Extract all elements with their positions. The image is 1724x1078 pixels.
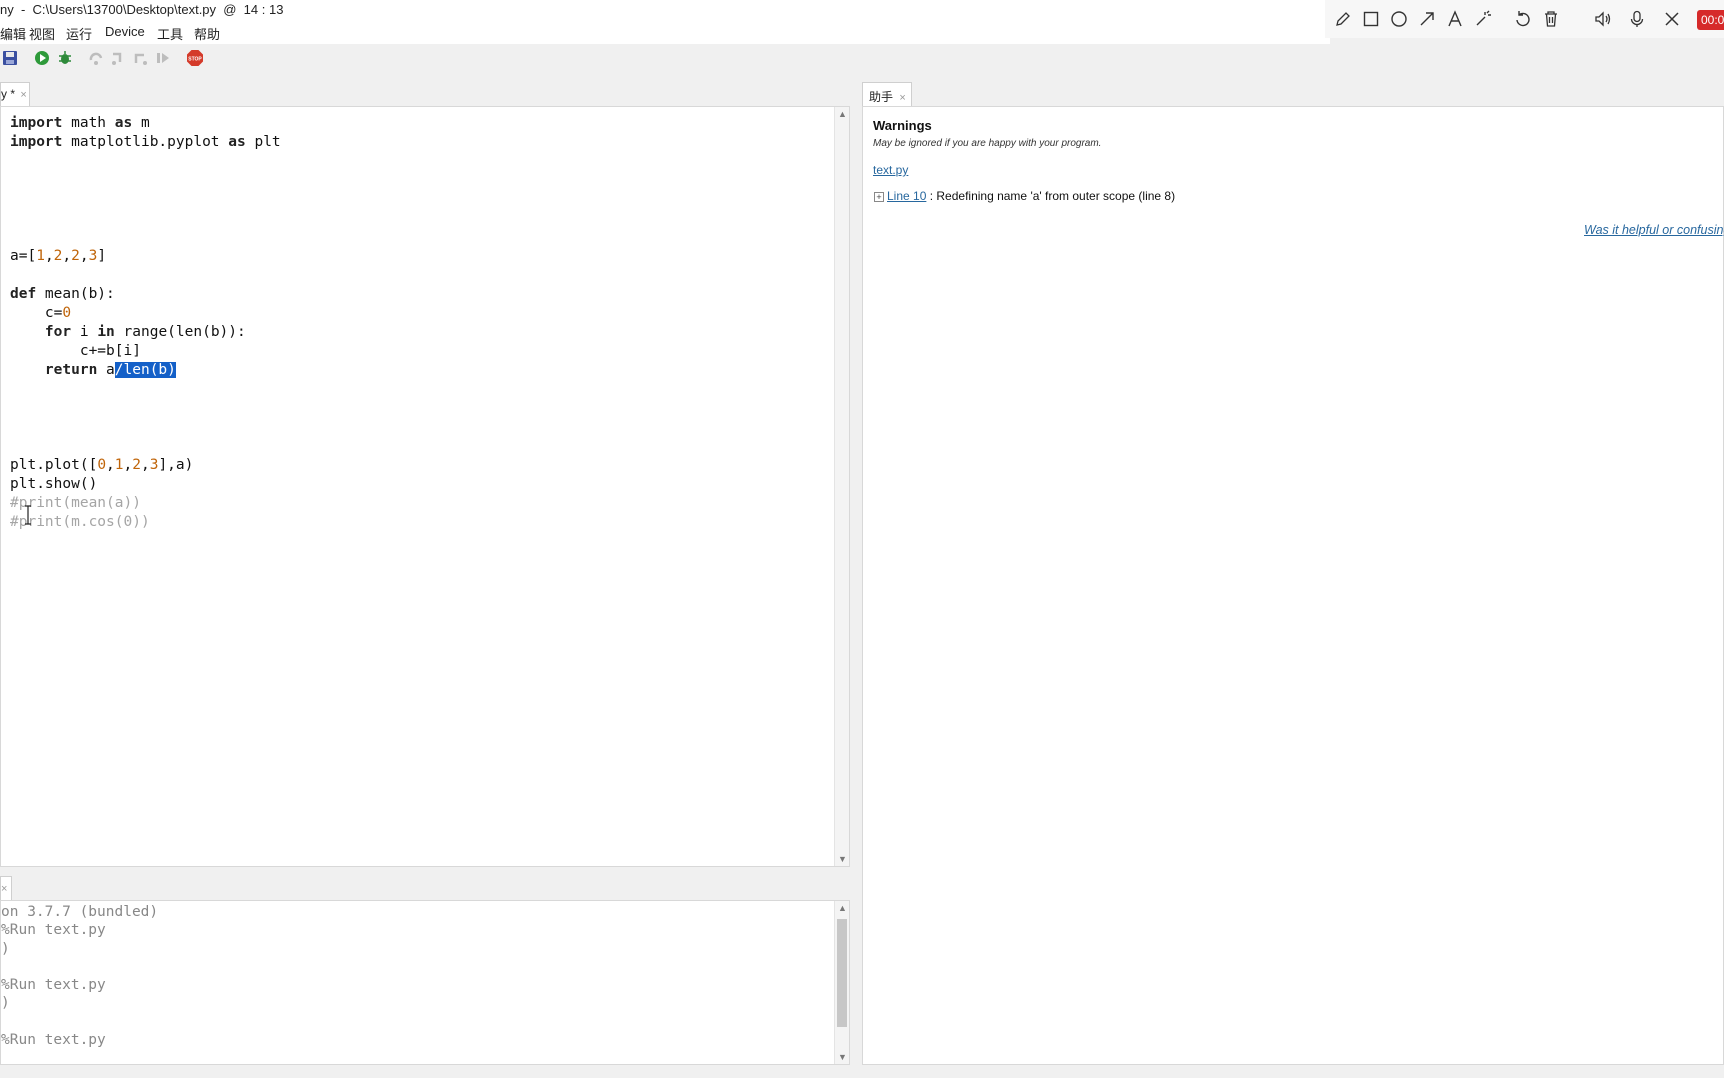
shell-output: on 3.7.7 (bundled) %Run text.py) %Run tex…: [1, 903, 158, 1049]
expand-icon[interactable]: +: [874, 191, 884, 202]
code-line[interactable]: plt.plot([0,1,2,3],a): [10, 456, 281, 475]
code-line[interactable]: #print(mean(a)): [10, 494, 281, 513]
shell-scroll-down-icon[interactable]: ▼: [838, 1052, 847, 1062]
arrow-icon[interactable]: [1418, 10, 1436, 28]
step-over-icon[interactable]: [88, 50, 104, 66]
code-line[interactable]: [10, 418, 281, 437]
code-line[interactable]: [10, 171, 281, 190]
shell-scroll-up-icon[interactable]: ▲: [838, 903, 847, 913]
step-out-icon[interactable]: [132, 50, 148, 66]
menu-view[interactable]: 视图: [29, 24, 55, 43]
assistant-panel: Warnings May be ignored if you are happy…: [862, 106, 1724, 1065]
menu-tools[interactable]: 工具: [157, 24, 183, 43]
warning-text: : Redefining name 'a' from outer scope (…: [926, 189, 1176, 203]
resume-icon[interactable]: [155, 50, 171, 66]
trash-icon[interactable]: [1542, 10, 1560, 28]
code-line[interactable]: return a/len(b): [10, 361, 281, 380]
editor-tab-label: y *: [1, 87, 16, 101]
editor-scrollbar[interactable]: ▲ ▼: [834, 107, 849, 866]
tab-shell[interactable]: ×: [0, 876, 12, 900]
text-cursor-icon: [25, 505, 31, 525]
scroll-up-icon[interactable]: ▲: [838, 109, 847, 119]
editor-tab-close-icon[interactable]: ×: [20, 89, 26, 101]
stop-icon[interactable]: STOP: [186, 49, 204, 67]
shell-line: ): [1, 995, 10, 1012]
microphone-icon[interactable]: [1628, 10, 1646, 28]
menu-run[interactable]: 运行: [66, 24, 92, 43]
close-icon[interactable]: [1663, 10, 1681, 28]
shell-line: on 3.7.7 (bundled): [1, 904, 159, 920]
code-line[interactable]: [10, 266, 281, 285]
tab-assistant[interactable]: 助手 ×: [862, 82, 912, 106]
toolbar: [0, 44, 1724, 78]
code-line[interactable]: [10, 380, 281, 399]
shell-panel[interactable]: on 3.7.7 (bundled) %Run text.py) %Run tex…: [0, 900, 850, 1065]
circle-icon[interactable]: [1390, 10, 1408, 28]
feedback-link[interactable]: Was it helpful or confusing?: [1584, 223, 1724, 237]
window-title: ny - C:\Users\13700\Desktop\text.py @ 14…: [0, 2, 284, 17]
undo-icon[interactable]: [1514, 10, 1532, 28]
code-line[interactable]: [10, 399, 281, 418]
shell-line: %Run text.py: [1, 1032, 106, 1049]
code-line[interactable]: #print(m.cos(0)): [10, 513, 281, 532]
scroll-down-icon[interactable]: ▼: [838, 854, 847, 864]
code-line[interactable]: plt.show(): [10, 475, 281, 494]
code-line[interactable]: [10, 190, 281, 209]
code-line[interactable]: for i in range(len(b)):: [10, 323, 281, 342]
rectangle-icon[interactable]: [1362, 10, 1380, 28]
shell-line: %Run text.py: [1, 922, 106, 939]
save-icon[interactable]: [2, 50, 18, 66]
magic-wand-icon[interactable]: [1474, 10, 1492, 28]
shell-scroll-thumb[interactable]: [837, 919, 847, 1027]
code-line[interactable]: [10, 152, 281, 171]
code-line[interactable]: c+=b[i]: [10, 342, 281, 361]
code-line[interactable]: import math as m: [10, 114, 281, 133]
step-into-icon[interactable]: [110, 50, 126, 66]
menu-help[interactable]: 帮助: [194, 24, 220, 43]
code-line[interactable]: [10, 209, 281, 228]
shell-line: %Run text.py: [1, 977, 106, 994]
code-content[interactable]: import math as m import matplotlib.pyplot…: [10, 114, 281, 532]
code-line[interactable]: a=[1,2,2,3]: [10, 247, 281, 266]
file-link[interactable]: text.py: [873, 163, 908, 177]
code-line[interactable]: import matplotlib.pyplot as plt: [10, 133, 281, 152]
code-line[interactable]: def mean(b):: [10, 285, 281, 304]
assistant-tab-close-icon[interactable]: ×: [899, 92, 905, 104]
run-icon[interactable]: [34, 50, 50, 66]
pencil-icon[interactable]: [1334, 10, 1352, 28]
warnings-heading: Warnings: [873, 118, 932, 133]
code-line[interactable]: [10, 228, 281, 247]
warnings-subheading: May be ignored if you are happy with you…: [873, 138, 1102, 149]
code-line[interactable]: c=0: [10, 304, 281, 323]
assistant-tab-label: 助手: [869, 90, 894, 104]
tab-editor-file[interactable]: y * ×: [0, 82, 30, 106]
shell-line: ): [1, 940, 10, 957]
svg-text:STOP: STOP: [188, 57, 202, 63]
shell-tab-close-icon[interactable]: ×: [1, 883, 7, 895]
debug-icon[interactable]: [57, 50, 73, 66]
speaker-icon[interactable]: [1594, 10, 1612, 28]
recording-timer: 00:0: [1697, 10, 1724, 30]
shell-scrollbar[interactable]: ▲ ▼: [834, 901, 849, 1064]
warning-line-link[interactable]: Line 10: [887, 189, 926, 203]
text-icon[interactable]: [1446, 10, 1464, 28]
code-editor[interactable]: import math as m import matplotlib.pyplot…: [0, 106, 850, 867]
menu-edit[interactable]: 编辑: [0, 24, 26, 43]
code-line[interactable]: [10, 437, 281, 456]
menu-device[interactable]: Device: [105, 24, 145, 39]
menu-bar: 编辑 视图 运行 Device 工具 帮助: [0, 22, 1330, 44]
warning-item: + Line 10 : Redefining name 'a' from oute…: [874, 189, 1175, 203]
